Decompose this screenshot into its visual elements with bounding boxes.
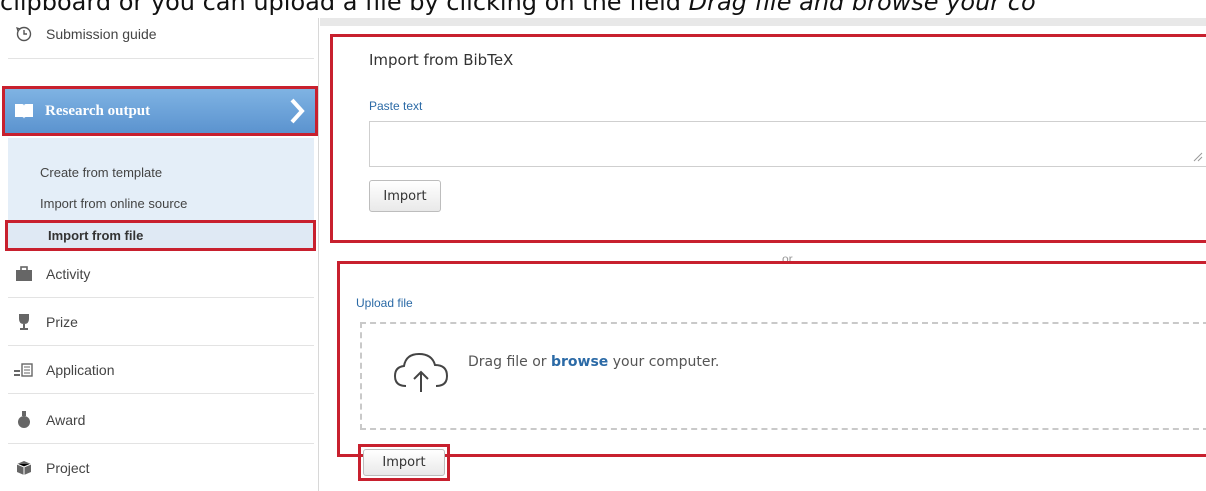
clock-icon (14, 24, 34, 44)
application-icon (14, 360, 34, 380)
browse-link[interactable]: browse (551, 354, 608, 370)
sidebar-item-prize[interactable]: Prize (8, 300, 314, 344)
divider (8, 443, 314, 444)
submenu-item-import-from-file[interactable]: Import from file (5, 220, 316, 251)
dropzone-text: Drag file or browse your computer. (468, 354, 720, 370)
sidebar-item-activity[interactable]: Activity (8, 252, 314, 296)
main-content: Import from BibTeX Paste text Import or … (320, 18, 1206, 491)
bibtex-import-panel: Import from BibTeX Paste text Import (330, 34, 1206, 243)
sidebar-item-research-output[interactable]: Research output (2, 86, 318, 136)
paste-text-input[interactable] (369, 121, 1206, 167)
divider (8, 345, 314, 346)
submenu-item-create-from-template[interactable]: Create from template (40, 165, 162, 180)
cloud-upload-icon (393, 352, 449, 392)
sidebar-item-label: Research output (45, 102, 151, 119)
file-dropzone[interactable]: Drag file or browse your computer. (360, 322, 1206, 430)
caption-emphasis: Drag file and browse your co (688, 0, 1036, 16)
submenu-item-import-online[interactable]: Import from online source (40, 196, 187, 211)
divider (8, 297, 314, 298)
resize-handle-icon[interactable] (1193, 152, 1203, 162)
divider (8, 393, 314, 394)
upload-file-panel: Upload file Drag file or browse your com… (337, 261, 1206, 457)
upload-import-button[interactable]: Import (363, 449, 445, 476)
paste-text-label: Paste text (369, 99, 423, 113)
sidebar-item-application[interactable]: Application (8, 348, 314, 392)
upload-file-label: Upload file (356, 296, 413, 310)
sidebar-item-project[interactable]: Project (8, 446, 314, 490)
divider (8, 58, 314, 59)
top-band (320, 18, 1206, 26)
book-icon (15, 104, 33, 119)
chevron-right-icon (290, 98, 305, 124)
sidebar-item-label: Submission guide (46, 26, 157, 42)
briefcase-icon (14, 264, 34, 284)
sidebar-item-submission-guide[interactable]: Submission guide (8, 12, 314, 56)
submenu (8, 138, 314, 232)
award-icon (14, 410, 34, 430)
trophy-icon (14, 312, 34, 332)
bibtex-title: Import from BibTeX (369, 51, 514, 69)
bibtex-import-button[interactable]: Import (369, 180, 441, 212)
sidebar-item-award[interactable]: Award (8, 398, 314, 442)
project-icon (14, 458, 34, 478)
